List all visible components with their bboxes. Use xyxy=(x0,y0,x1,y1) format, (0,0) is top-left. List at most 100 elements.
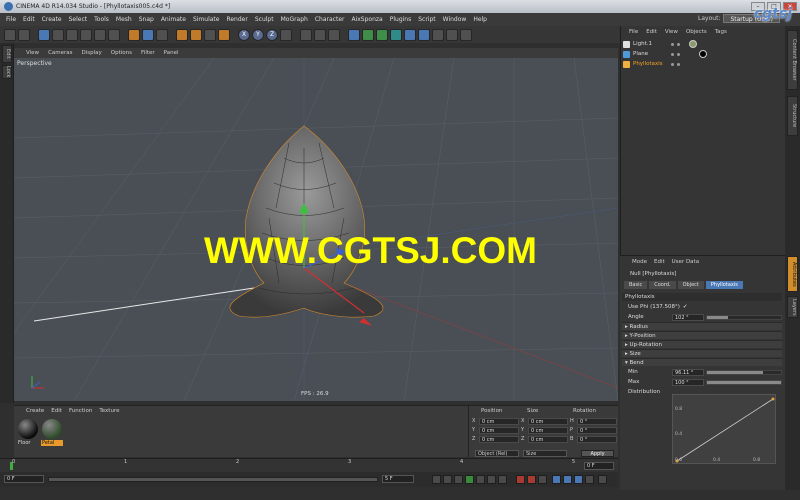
keyframe-selection-icon[interactable] xyxy=(538,475,547,484)
render-picture-viewer-icon[interactable] xyxy=(314,28,326,41)
record-icon[interactable] xyxy=(516,475,525,484)
material-tag-icon[interactable] xyxy=(699,50,707,58)
key-rotation-icon[interactable] xyxy=(574,475,583,484)
object-visibility-flags[interactable] xyxy=(671,62,680,66)
key-scale-icon[interactable] xyxy=(563,475,572,484)
next-frame-icon[interactable] xyxy=(476,475,485,484)
move-tool-icon[interactable] xyxy=(142,28,154,41)
right-tab-structure[interactable]: Structure xyxy=(787,96,798,136)
viewport-menu-display[interactable]: Display xyxy=(82,50,102,56)
menu-snap[interactable]: Snap xyxy=(139,16,154,23)
menu-mesh[interactable]: Mesh xyxy=(116,16,132,23)
menu-plugins[interactable]: Plugins xyxy=(390,16,412,23)
workplane-icon[interactable] xyxy=(66,28,78,41)
python-icon[interactable] xyxy=(460,28,472,41)
coord-rot-field[interactable]: 0 ° xyxy=(577,418,617,425)
lock-axis-icon[interactable] xyxy=(204,28,216,41)
material-petal[interactable]: Petal xyxy=(41,418,63,448)
menu-animate[interactable]: Animate xyxy=(161,16,186,23)
key-param-icon[interactable] xyxy=(585,475,594,484)
min-slider[interactable] xyxy=(706,369,782,375)
coordinate-system-icon[interactable] xyxy=(280,28,292,41)
timeline-current-frame-field[interactable]: 0 F xyxy=(584,462,614,470)
max-slider[interactable] xyxy=(706,379,782,385)
material-menu-edit[interactable]: Edit xyxy=(51,408,62,414)
menu-create[interactable]: Create xyxy=(42,16,62,23)
key-position-icon[interactable] xyxy=(552,475,561,484)
tab-object[interactable]: Object xyxy=(677,281,704,289)
tab-basic[interactable]: Basic xyxy=(624,281,648,289)
rotate-tool-icon[interactable] xyxy=(176,28,188,41)
render-settings-icon[interactable] xyxy=(328,28,340,41)
frame-range-slider[interactable] xyxy=(48,477,378,482)
coord-size-field[interactable]: 0 cm xyxy=(528,418,568,425)
attribute-menu-mode[interactable]: Mode xyxy=(632,259,647,265)
deformer-icon[interactable] xyxy=(404,28,416,41)
viewport-menu-filter[interactable]: Filter xyxy=(141,50,155,56)
coord-size-field[interactable]: 0 cm xyxy=(528,436,568,443)
right-tab-attributes[interactable]: Attributes xyxy=(787,256,798,292)
scale-tool-icon[interactable] xyxy=(156,28,168,41)
left-tab-edit[interactable]: Edit xyxy=(2,45,12,63)
right-tab-layers[interactable]: Layers xyxy=(787,296,798,318)
undo-icon[interactable] xyxy=(4,28,16,41)
menu-edit[interactable]: Edit xyxy=(23,16,35,23)
points-mode-icon[interactable] xyxy=(80,28,92,41)
material-menu-texture[interactable]: Texture xyxy=(99,408,119,414)
live-selection-icon[interactable] xyxy=(128,28,140,41)
object-menu-tags[interactable]: Tags xyxy=(715,29,727,35)
object-menu-edit[interactable]: Edit xyxy=(646,29,657,35)
current-frame-field[interactable]: 0 F xyxy=(4,475,44,483)
recent-tool-icon[interactable] xyxy=(190,28,202,41)
light-tag-icon[interactable] xyxy=(689,40,697,48)
menu-simulate[interactable]: Simulate xyxy=(193,16,220,23)
z-axis-lock-icon[interactable]: Z xyxy=(266,28,278,41)
object-menu-file[interactable]: File xyxy=(629,29,638,35)
viewport[interactable]: Perspective WWW.CGTSJ.COM FPS : 26.9 xyxy=(14,58,618,401)
scene-floor-icon[interactable] xyxy=(418,28,430,41)
end-frame-field[interactable]: 5 F xyxy=(382,475,414,483)
model-mode-icon[interactable] xyxy=(38,28,50,41)
right-tab-content-browser[interactable]: Content Browser xyxy=(787,30,798,90)
coord-rot-field[interactable]: 0 ° xyxy=(577,427,617,434)
menu-script[interactable]: Script xyxy=(418,16,435,23)
light-icon[interactable] xyxy=(446,28,458,41)
distribution-spline-graph[interactable]: 0.8 0.4 0.0 0.4 0.8 xyxy=(672,394,776,464)
object-row-light-1[interactable]: Light.1 xyxy=(623,39,783,49)
menu-select[interactable]: Select xyxy=(69,16,88,23)
render-view-icon[interactable] xyxy=(300,28,312,41)
viewport-camera-label[interactable]: Perspective xyxy=(17,60,52,67)
menu-help[interactable]: Help xyxy=(473,16,487,23)
play-icon[interactable] xyxy=(465,475,474,484)
menu-render[interactable]: Render xyxy=(226,16,247,23)
angle-slider[interactable] xyxy=(706,314,782,320)
object-row-phyllotaxis[interactable]: Phyllotaxis xyxy=(623,59,783,69)
coord-size-dropdown[interactable]: Size xyxy=(523,450,567,457)
cube-primitive-icon[interactable] xyxy=(348,28,360,41)
max-field[interactable]: 100 ° xyxy=(672,378,704,386)
attribute-menu-edit[interactable]: Edit xyxy=(654,259,665,265)
coord-pos-field[interactable]: 0 cm xyxy=(479,436,519,443)
menu-sculpt[interactable]: Sculpt xyxy=(255,16,274,23)
coord-pos-field[interactable]: 0 cm xyxy=(479,427,519,434)
nurbs-icon[interactable] xyxy=(376,28,388,41)
object-menu-view[interactable]: View xyxy=(665,29,678,35)
spline-pen-icon[interactable] xyxy=(362,28,374,41)
object-menu-objects[interactable]: Objects xyxy=(686,29,707,35)
viewport-menu-options[interactable]: Options xyxy=(111,50,132,56)
material-menu-function[interactable]: Function xyxy=(69,408,92,414)
section-up-rotation[interactable]: ▸ Up-Rotation xyxy=(622,340,782,348)
left-tab-lock[interactable]: Lock xyxy=(2,65,12,79)
timeline-settings-icon[interactable] xyxy=(598,475,607,484)
viewport-menu-cameras[interactable]: Cameras xyxy=(48,50,72,56)
next-key-icon[interactable] xyxy=(487,475,496,484)
camera-icon[interactable] xyxy=(432,28,444,41)
coord-size-field[interactable]: 0 cm xyxy=(528,427,568,434)
redo-icon[interactable] xyxy=(18,28,30,41)
viewport-menu-panel[interactable]: Panel xyxy=(164,50,179,56)
tab-coord[interactable]: Coord. xyxy=(649,281,676,289)
array-icon[interactable] xyxy=(390,28,402,41)
menu-file[interactable]: File xyxy=(6,16,16,23)
menu-tools[interactable]: Tools xyxy=(94,16,109,23)
tab-phyllotaxis[interactable]: Phyllotaxis xyxy=(705,281,743,289)
